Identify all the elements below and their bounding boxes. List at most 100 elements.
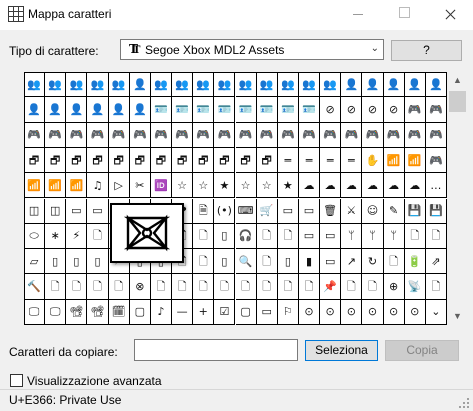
character-cell[interactable]: 💾 xyxy=(425,198,447,224)
character-cell[interactable]: ♫ xyxy=(87,173,109,199)
resize-grip-icon[interactable] xyxy=(459,398,469,408)
character-cell[interactable]: ☆ xyxy=(193,173,215,199)
character-cell[interactable]: ═ xyxy=(320,147,342,174)
character-cell[interactable]: ⊘ xyxy=(362,97,384,123)
character-cell[interactable]: 🎮 xyxy=(256,122,278,148)
character-cell[interactable]: 📽 xyxy=(87,299,109,325)
character-cell[interactable]: ↻ xyxy=(362,249,384,275)
character-cell[interactable]: 🗋 xyxy=(45,274,67,300)
character-cell[interactable]: 👤 xyxy=(383,72,405,98)
character-cell[interactable]: ▭ xyxy=(298,198,321,224)
character-cell[interactable]: ▱ xyxy=(24,249,46,275)
select-button[interactable]: Seleziona xyxy=(305,340,378,361)
character-cell[interactable]: 🎮 xyxy=(129,122,151,148)
grid-scrollbar[interactable]: ▲ ▼ xyxy=(447,72,468,325)
character-cell[interactable]: ☆ xyxy=(172,173,194,199)
character-cell[interactable]: ☁ xyxy=(383,173,405,199)
character-cell[interactable]: 💾 xyxy=(404,198,426,224)
character-cell[interactable]: 👤 xyxy=(362,72,384,98)
character-cell[interactable]: 🛒 xyxy=(256,198,278,224)
character-cell[interactable]: 👤 xyxy=(425,72,447,98)
character-cell[interactable]: ★ xyxy=(214,173,236,199)
character-cell[interactable]: 🆔 xyxy=(150,173,173,199)
character-cell[interactable]: ☁ xyxy=(404,173,426,199)
character-cell[interactable]: 🪪 xyxy=(214,97,236,123)
character-cell[interactable]: 🗓 xyxy=(108,299,130,325)
character-cell[interactable]: 🗋 xyxy=(298,274,321,300)
character-cell[interactable]: 🗋 xyxy=(425,223,447,250)
character-cell[interactable]: ⚡ xyxy=(66,223,88,250)
character-cell[interactable]: 📶 xyxy=(383,147,405,174)
character-cell[interactable]: 🗗 xyxy=(87,147,109,174)
character-cell[interactable]: ✋ xyxy=(362,147,384,174)
character-cell[interactable]: 🎮 xyxy=(150,122,173,148)
help-button[interactable]: ? xyxy=(391,40,462,61)
character-cell[interactable]: 🗋 xyxy=(256,223,278,250)
character-cell[interactable]: ⊘ xyxy=(341,97,363,123)
character-cell[interactable]: 🗗 xyxy=(172,147,194,174)
character-cell[interactable]: 📶 xyxy=(24,173,46,199)
character-cell[interactable]: ☆ xyxy=(235,173,257,199)
character-cell[interactable]: 🎮 xyxy=(87,122,109,148)
character-cell[interactable]: ⊘ xyxy=(383,97,405,123)
character-cell[interactable]: 🎧 xyxy=(235,223,257,250)
character-cell[interactable]: ∗ xyxy=(45,223,67,250)
character-cell[interactable]: 🖵 xyxy=(45,299,67,325)
character-cell[interactable]: 🗗 xyxy=(129,147,151,174)
character-cell[interactable]: 🗋 xyxy=(362,274,384,300)
character-cell[interactable]: 🎮 xyxy=(45,122,67,148)
character-cell[interactable]: 📽 xyxy=(66,299,88,325)
character-cell[interactable]: 🎮 xyxy=(193,122,215,148)
character-cell[interactable]: 👤 xyxy=(129,72,151,98)
character-cell[interactable]: 🪪 xyxy=(256,97,278,123)
character-cell[interactable]: ▮ xyxy=(298,249,321,275)
character-cell[interactable]: ▭ xyxy=(256,299,278,325)
character-cell[interactable]: + xyxy=(193,299,215,325)
character-cell[interactable]: ▢ xyxy=(235,299,257,325)
character-cell[interactable]: 📡 xyxy=(404,274,426,300)
character-cell[interactable]: 🗗 xyxy=(45,147,67,174)
character-cell[interactable]: ⊕ xyxy=(383,274,405,300)
character-cell[interactable]: ☁ xyxy=(298,173,321,199)
character-cell[interactable]: 👥 xyxy=(87,72,109,98)
character-cell[interactable]: 🎮 xyxy=(425,97,447,123)
character-cell[interactable]: 🖵 xyxy=(24,299,46,325)
character-cell[interactable]: 🗎 xyxy=(193,198,215,224)
character-cell[interactable]: 🎮 xyxy=(24,122,46,148)
character-cell[interactable]: — xyxy=(172,299,194,325)
character-cell[interactable]: 🗋 xyxy=(193,274,215,300)
character-cell[interactable]: ═ xyxy=(298,147,321,174)
character-cell[interactable]: ▭ xyxy=(66,198,88,224)
character-cell[interactable]: 🗋 xyxy=(256,249,278,275)
character-cell[interactable]: 👥 xyxy=(24,72,46,98)
character-cell[interactable]: 🗗 xyxy=(214,147,236,174)
character-cell[interactable]: ⬭ xyxy=(24,223,46,250)
character-cell[interactable]: 👤 xyxy=(45,97,67,123)
character-cell[interactable]: 🗑 xyxy=(320,198,342,224)
character-cell[interactable]: ⇗ xyxy=(425,249,447,275)
character-cell[interactable]: 🎮 xyxy=(320,122,342,148)
character-cell[interactable]: 🪪 xyxy=(193,97,215,123)
character-cell[interactable]: ▢ xyxy=(129,299,151,325)
character-cell[interactable]: ⊗ xyxy=(129,274,151,300)
character-cell[interactable]: ▭ xyxy=(320,249,342,275)
character-cell[interactable]: (•) xyxy=(214,198,236,224)
character-cell[interactable]: ⊙ xyxy=(404,299,426,325)
character-cell[interactable]: 🎮 xyxy=(341,122,363,148)
advanced-view-label[interactable]: Visualizzazione avanzata xyxy=(27,374,162,388)
character-cell[interactable]: … xyxy=(425,173,447,199)
character-cell[interactable]: ⊘ xyxy=(320,97,342,123)
character-cell[interactable]: ⊙ xyxy=(341,299,363,325)
character-cell[interactable]: 👥 xyxy=(150,72,173,98)
character-cell[interactable]: 👤 xyxy=(87,97,109,123)
character-cell[interactable]: ⊙ xyxy=(320,299,342,325)
character-cell[interactable]: 🎮 xyxy=(404,97,426,123)
character-cell[interactable]: ⚔ xyxy=(341,198,363,224)
character-cell[interactable]: 🎮 xyxy=(214,122,236,148)
character-cell[interactable]: 🪪 xyxy=(298,97,321,123)
character-cell[interactable]: 👤 xyxy=(108,97,130,123)
character-cell[interactable]: 🎮 xyxy=(362,122,384,148)
character-cell[interactable]: 🎮 xyxy=(383,122,405,148)
character-cell[interactable]: 🎮 xyxy=(66,122,88,148)
character-cell[interactable]: 🗋 xyxy=(404,223,426,250)
